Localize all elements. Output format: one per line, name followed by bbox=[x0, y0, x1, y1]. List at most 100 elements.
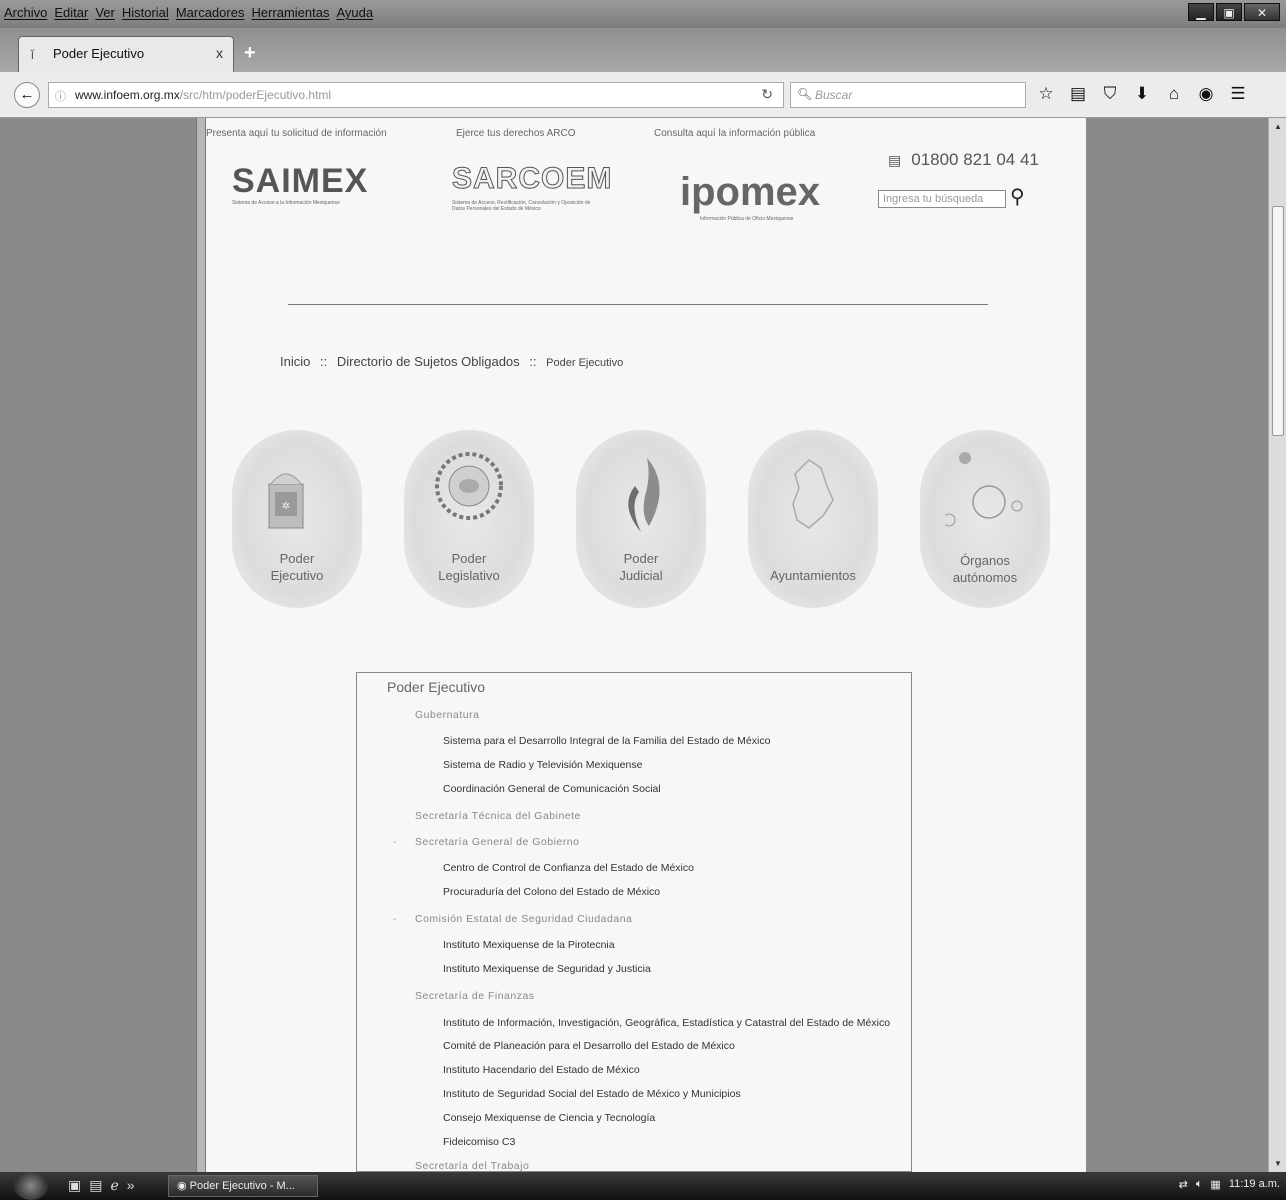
tree-item[interactable]: Consejo Mexiquense de Ciencia y Tecnolog… bbox=[443, 1112, 655, 1124]
tree-group-comision-estatal[interactable]: - Comisión Estatal de Seguridad Ciudadan… bbox=[393, 913, 632, 925]
collapse-toggle-icon[interactable]: - bbox=[393, 913, 397, 925]
tree-item[interactable]: Sistema de Radio y Televisión Mexiquense bbox=[443, 759, 642, 771]
navigation-bar: ← ⓘ www.infoem.org.mx/src/htm/poderEjecu… bbox=[0, 72, 1286, 118]
tree-item[interactable]: Instituto Mexiquense de la Pirotecnia bbox=[443, 939, 615, 951]
phone-icon: ▤ bbox=[888, 152, 902, 168]
ipomex-subtitle: Información Pública de Oficio Mexiquense bbox=[700, 216, 794, 222]
minimize-button[interactable]: ▁ bbox=[1188, 3, 1214, 21]
sarcoem-logo[interactable]: SARCOEM bbox=[451, 162, 612, 196]
menu-historial[interactable]: Historial bbox=[122, 5, 169, 20]
new-tab-button[interactable]: + bbox=[244, 42, 256, 65]
tree-item[interactable]: Centro de Control de Confianza del Estad… bbox=[443, 862, 694, 874]
site-search-icon[interactable]: ⚲ bbox=[1010, 184, 1025, 209]
info-icon[interactable]: ⓘ bbox=[55, 88, 66, 104]
tree-item[interactable]: Instituto de Información, Investigación,… bbox=[443, 1017, 890, 1029]
browser-search-placeholder: Buscar bbox=[815, 88, 853, 102]
scroll-up-icon[interactable]: ▲ bbox=[1274, 122, 1282, 131]
saimex-logo[interactable]: SAIMEX bbox=[232, 162, 368, 201]
phone-number: ▤ 01800 821 04 41 bbox=[888, 150, 1039, 170]
breadcrumb-home[interactable]: Inicio bbox=[280, 354, 310, 369]
panel-title: Poder Ejecutivo bbox=[387, 679, 486, 695]
home-icon[interactable]: ⌂ bbox=[1164, 84, 1184, 104]
back-button[interactable]: ← bbox=[14, 82, 40, 108]
chat-icon[interactable]: ◉ bbox=[1196, 84, 1216, 104]
breadcrumb: Inicio :: Directorio de Sujetos Obligado… bbox=[280, 354, 623, 369]
tab-poder-ejecutivo[interactable]: ǐ Poder Ejecutivo x bbox=[18, 36, 234, 72]
show-desktop-icon[interactable]: ▣ bbox=[68, 1177, 81, 1194]
os-taskbar: ▣ ▤ ℯ » ◉ Poder Ejecutivo - M... ⇄ 🔈︎ ▦ … bbox=[0, 1172, 1286, 1200]
tree-group-secretaria-general[interactable]: - Secretaría General de Gobierno bbox=[393, 836, 580, 848]
browser-search-input[interactable]: 🔍︎ Buscar bbox=[790, 82, 1026, 108]
tree-item[interactable]: Procuraduría del Colono del Estado de Mé… bbox=[443, 886, 660, 898]
tree-group-secretaria-trabajo[interactable]: Secretaría del Trabajo bbox=[415, 1160, 529, 1172]
category-poder-judicial[interactable]: Poder Judicial bbox=[576, 430, 706, 608]
pocket-icon[interactable]: ⛉ bbox=[1100, 84, 1120, 104]
category-label-line2: Judicial bbox=[619, 568, 663, 583]
breadcrumb-directory[interactable]: Directorio de Sujetos Obligados bbox=[337, 354, 520, 369]
menu-marcadores[interactable]: Marcadores bbox=[176, 5, 245, 20]
page-viewport: Presenta aquí tu solicitud de informació… bbox=[0, 118, 1286, 1172]
saimex-label: Presenta aquí tu solicitud de informació… bbox=[206, 128, 387, 139]
tree-item[interactable]: Instituto de Seguridad Social del Estado… bbox=[443, 1088, 741, 1100]
address-bar[interactable]: ⓘ www.infoem.org.mx/src/htm/poderEjecuti… bbox=[48, 82, 784, 108]
url-text: www.infoem.org.mx/src/htm/poderEjecutivo… bbox=[75, 88, 331, 102]
site-search-input[interactable]: Ingresa tu búsqueda bbox=[878, 190, 1006, 208]
legislature-seal-icon bbox=[435, 452, 503, 520]
ipomex-logo[interactable]: ipomex bbox=[680, 170, 820, 215]
more-chevron-icon[interactable]: » bbox=[127, 1177, 135, 1194]
tree-group-label: Secretaría General de Gobierno bbox=[415, 836, 580, 848]
back-arrow-icon: ← bbox=[19, 86, 35, 103]
tree-item-gubernatura[interactable]: Gubernatura bbox=[415, 709, 479, 721]
close-tab-icon[interactable]: x bbox=[216, 45, 223, 61]
menu-ayuda[interactable]: Ayuda bbox=[336, 5, 373, 20]
url-path: /src/htm/poderEjecutivo.html bbox=[179, 88, 332, 102]
category-label-line2: Legislativo bbox=[438, 568, 500, 583]
tree-item[interactable]: Coordinación General de Comunicación Soc… bbox=[443, 783, 661, 795]
reading-list-icon[interactable]: ▤ bbox=[1068, 84, 1088, 104]
internet-explorer-icon[interactable]: ℯ bbox=[110, 1177, 118, 1194]
saimex-subtitle: Sistema de Acceso a la Información Mexiq… bbox=[232, 200, 340, 206]
category-organos-autonomos[interactable]: Órganos autónomos bbox=[920, 430, 1050, 608]
tree-item[interactable]: Sistema para el Desarrollo Integral de l… bbox=[443, 735, 770, 747]
category-poder-legislativo[interactable]: Poder Legislativo bbox=[404, 430, 534, 608]
tree-item[interactable]: Fideicomiso C3 bbox=[443, 1136, 515, 1148]
category-poder-ejecutivo[interactable]: ✲ Poder Ejecutivo bbox=[232, 430, 362, 608]
category-ayuntamientos[interactable]: Ayuntamientos bbox=[748, 430, 878, 608]
menu-editar[interactable]: Editar bbox=[54, 5, 88, 20]
scroll-down-icon[interactable]: ▼ bbox=[1274, 1159, 1282, 1168]
header-divider bbox=[288, 304, 988, 305]
tray-clock[interactable]: 11:19 a.m. bbox=[1229, 1178, 1280, 1191]
menu-herramientas[interactable]: Herramientas bbox=[251, 5, 329, 20]
tree-item[interactable]: Instituto Hacendario del Estado de Méxic… bbox=[443, 1064, 640, 1076]
reload-icon[interactable]: ↻ bbox=[761, 86, 773, 103]
hamburger-menu-icon[interactable]: ☰ bbox=[1228, 84, 1248, 104]
start-button[interactable] bbox=[14, 1172, 48, 1200]
collapse-toggle-icon[interactable]: - bbox=[393, 836, 397, 848]
taskbar-firefox-window[interactable]: ◉ Poder Ejecutivo - M... bbox=[168, 1175, 318, 1197]
breadcrumb-separator: :: bbox=[529, 354, 537, 369]
category-label-line1: Poder bbox=[623, 551, 659, 566]
maximize-button[interactable]: ▣ bbox=[1216, 3, 1242, 21]
scrollbar-thumb[interactable] bbox=[1272, 206, 1284, 436]
tray-volume-icon[interactable]: 🔈︎ bbox=[1196, 1178, 1203, 1191]
firefox-icon: ◉ bbox=[177, 1180, 190, 1192]
category-label-line1: Poder bbox=[451, 551, 487, 566]
bookmark-star-icon[interactable]: ☆ bbox=[1036, 84, 1056, 104]
tray-display-icon[interactable]: ▦ bbox=[1210, 1178, 1220, 1191]
close-window-button[interactable]: ✕ bbox=[1244, 3, 1280, 21]
tab-title: Poder Ejecutivo bbox=[53, 46, 145, 61]
tree-item-secretaria-tecnica[interactable]: Secretaría Técnica del Gabinete bbox=[415, 810, 581, 822]
download-icon[interactable]: ⬇ bbox=[1132, 84, 1152, 104]
menu-archivo[interactable]: Archivo bbox=[4, 5, 47, 20]
tree-item[interactable]: Comité de Planeación para el Desarrollo … bbox=[443, 1040, 735, 1052]
window-switch-icon[interactable]: ▤ bbox=[89, 1177, 102, 1194]
menu-ver[interactable]: Ver bbox=[95, 5, 115, 20]
vertical-scrollbar[interactable]: ▲ ▼ bbox=[1268, 118, 1286, 1172]
site-search-placeholder: Ingresa tu búsqueda bbox=[883, 193, 984, 205]
url-domain: www.infoem.org.mx bbox=[75, 88, 180, 102]
taskbar-task-label: Poder Ejecutivo - M... bbox=[189, 1180, 295, 1192]
menu-bar: Archivo Editar Ver Historial Marcadores … bbox=[0, 0, 1286, 28]
tree-item[interactable]: Instituto Mexiquense de Seguridad y Just… bbox=[443, 963, 651, 975]
tray-network-icon[interactable]: ⇄ bbox=[1179, 1178, 1188, 1191]
tree-group-secretaria-finanzas[interactable]: Secretaría de Finanzas bbox=[415, 990, 535, 1002]
